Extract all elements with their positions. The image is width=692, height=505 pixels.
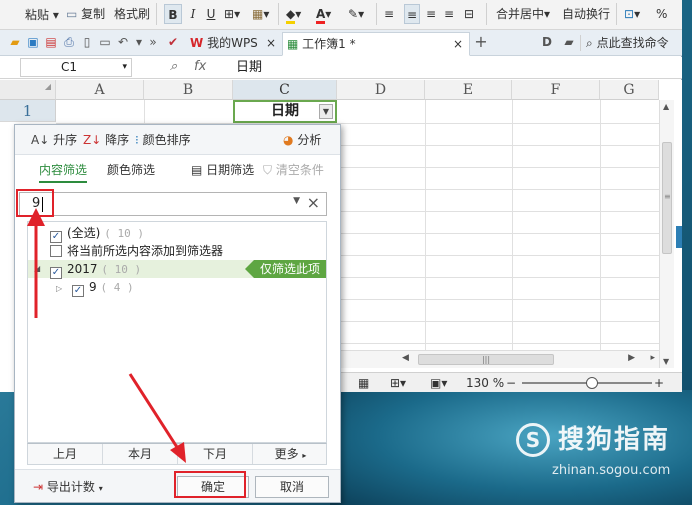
watermark-url: zhinan.sogou.com [552,463,671,478]
arrow-down-right-icon [128,373,186,463]
arrow-up-icon [27,208,45,318]
watermark-brand: 搜狗指南 [558,425,671,455]
sogou-logo-icon: S [516,423,550,457]
